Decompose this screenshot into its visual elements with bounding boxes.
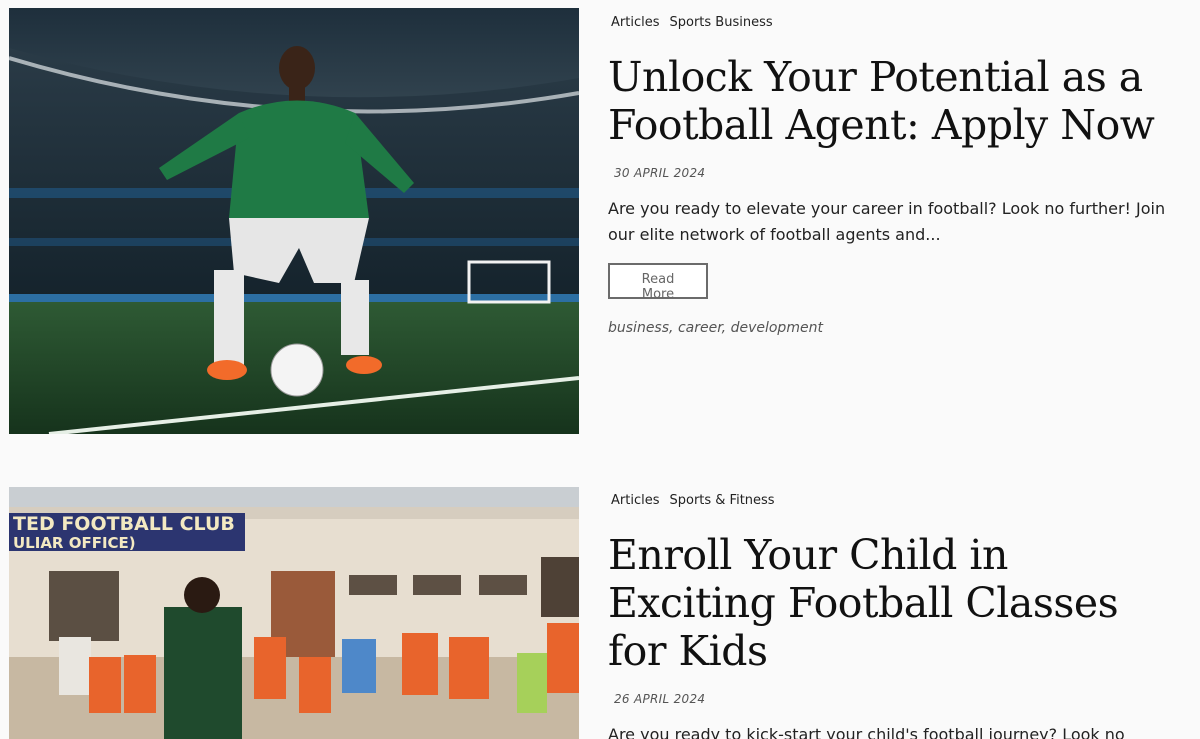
category-link-articles[interactable]: Articles bbox=[608, 492, 662, 512]
tag-link-development[interactable]: development bbox=[731, 320, 823, 336]
tag-link-career[interactable]: career bbox=[678, 320, 722, 336]
post-1-categories: Articles Sports Business bbox=[608, 14, 1178, 34]
banner-text-1: TED FOOTBALL CLUB bbox=[13, 513, 235, 535]
post-1-excerpt: Are you ready to elevate your career in … bbox=[608, 199, 1166, 244]
tag-separator: , bbox=[669, 320, 674, 336]
post-2-title[interactable]: Enroll Your Child in Exciting Football C… bbox=[608, 531, 1178, 675]
post-2-featured-image[interactable]: TED FOOTBALL CLUB ULIAR OFFICE) bbox=[9, 487, 579, 739]
post-2-date: 26 APRIL 2024 bbox=[614, 692, 706, 706]
blog-post-1: Articles Sports Business Unlock Your Pot… bbox=[0, 0, 1200, 450]
post-2-excerpt: Are you ready to kick-start your child's… bbox=[608, 725, 1125, 739]
category-link-articles[interactable]: Articles bbox=[608, 14, 662, 34]
post-1-content: Articles Sports Business Unlock Your Pot… bbox=[608, 14, 1178, 336]
post-1-featured-image[interactable] bbox=[9, 8, 579, 434]
post-1-title[interactable]: Unlock Your Potential as a Football Agen… bbox=[608, 53, 1178, 149]
category-link-sports-business[interactable]: Sports Business bbox=[666, 14, 775, 34]
post-2-content: Articles Sports & Fitness Enroll Your Ch… bbox=[608, 492, 1178, 739]
post-1-tags: business, career, development bbox=[608, 320, 1178, 336]
tag-link-business[interactable]: business bbox=[608, 320, 669, 336]
post-1-date: 30 APRIL 2024 bbox=[614, 166, 706, 180]
tag-separator: , bbox=[721, 320, 727, 336]
kids-football-class-image: TED FOOTBALL CLUB ULIAR OFFICE) bbox=[9, 487, 579, 739]
blog-post-2: TED FOOTBALL CLUB ULIAR OFFICE) Articles… bbox=[0, 478, 1200, 739]
banner-text-2: ULIAR OFFICE) bbox=[13, 534, 136, 552]
football-player-stadium-image bbox=[9, 8, 579, 434]
category-link-sports-fitness[interactable]: Sports & Fitness bbox=[666, 492, 777, 512]
read-more-button[interactable]: Read More bbox=[608, 263, 708, 302]
post-2-categories: Articles Sports & Fitness bbox=[608, 492, 1178, 512]
